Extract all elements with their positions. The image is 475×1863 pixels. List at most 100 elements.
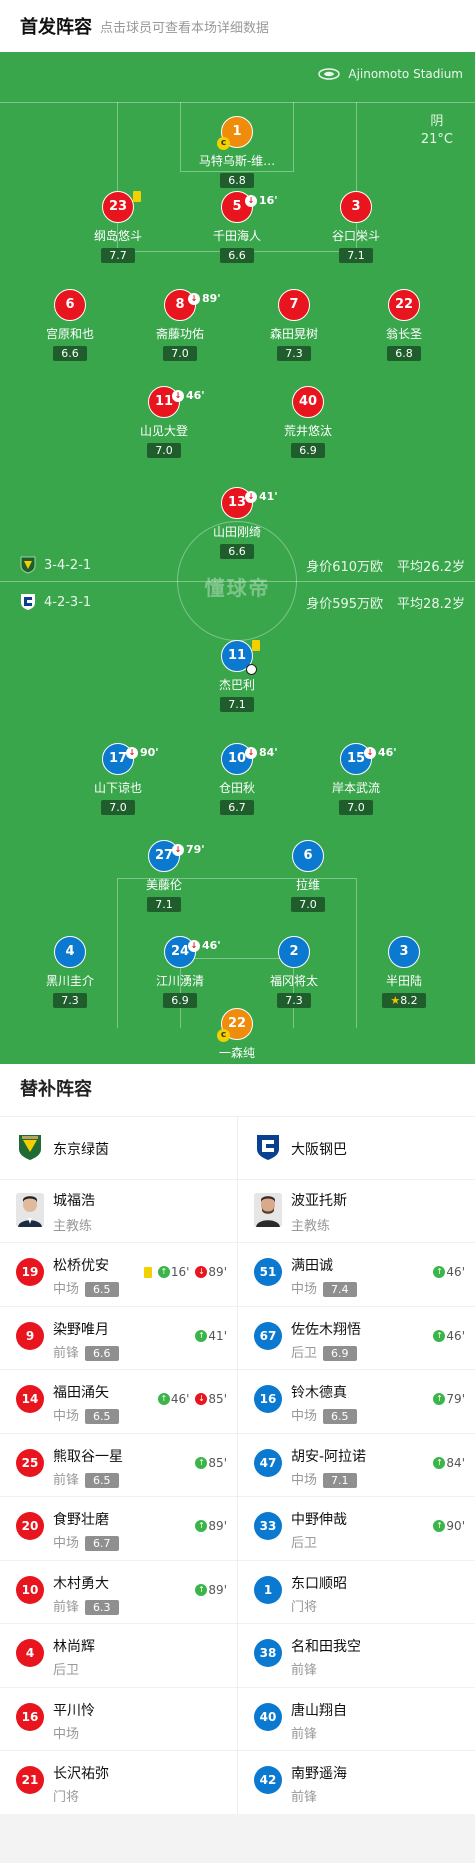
sub-in-minute: 41'	[208, 1328, 227, 1343]
away-player-1[interactable]: 17 ↓ 90' 山下谅也 7.0	[63, 743, 173, 815]
sub-position-text: 中场	[53, 1536, 80, 1551]
away-player-6[interactable]: 4 黑川圭介 7.3	[15, 936, 125, 1008]
away-sub-row[interactable]: 40 唐山翔自 前锋	[238, 1686, 475, 1750]
away-player-3[interactable]: 15 ↓ 46' 岸本武流 7.0	[301, 743, 411, 815]
away-player-5[interactable]: 6 拉维 7.0	[253, 840, 363, 912]
home-team-row: 东京绿茵	[0, 1116, 237, 1179]
player-number-badge: 6	[54, 289, 86, 321]
sub-out-icon: ↓	[245, 194, 257, 207]
player-rating: 6.7	[220, 800, 254, 815]
sub-position: 中场 6.5	[53, 1405, 119, 1424]
away-sub-row[interactable]: 1 东口顺昭 门将	[238, 1559, 475, 1623]
player-name: 谷口栄斗	[331, 229, 380, 243]
sub-in-minute: 46'	[446, 1265, 465, 1279]
away-player-0[interactable]: 11 杰巴利 7.1	[182, 640, 292, 712]
player-rating: 6.8	[387, 346, 421, 361]
away-coach-avatar	[254, 1193, 282, 1227]
away-sub-row[interactable]: 16 铃木德真 中场 6.5 ↑ 79'	[238, 1369, 475, 1432]
away-player-2[interactable]: 10 ↓ 84' 仓田秋 6.7	[182, 743, 292, 815]
player-name: 半田陆	[385, 974, 422, 988]
home-sub-row[interactable]: 16 平川怜 中场	[0, 1686, 237, 1750]
sub-position-text: 中场	[291, 1472, 318, 1488]
player-number-badge: 6	[292, 840, 324, 872]
home-player-0[interactable]: 1 c 马特乌斯-维… 6.8	[182, 116, 292, 188]
sub-position-text: 中场	[291, 1282, 318, 1297]
sub-out-icon: ↓	[195, 1393, 208, 1405]
home-sub-row[interactable]: 10 木村勇大 前锋 6.3 ↑ 89'	[0, 1559, 237, 1623]
away-player-8[interactable]: 2 福冈将太 7.3	[239, 936, 349, 1008]
weather-info: 阴 21°C	[421, 113, 453, 149]
away-player-9[interactable]: 3 半田陆 ★8.2	[349, 936, 459, 1008]
home-player-2[interactable]: 5 ↓ 16' 千田海人 6.6	[182, 191, 292, 263]
away-player-7[interactable]: 24 ↓ 46' 江川湧清 6.9	[125, 936, 235, 1008]
home-sub-row[interactable]: 20 食野壮磨 中场 6.7 ↑ 89'	[0, 1496, 237, 1559]
sub-number-badge: 1	[254, 1575, 282, 1604]
sub-events: ↑ 84'	[433, 1456, 465, 1470]
away-coach-row[interactable]: 波亚托斯 主教练	[238, 1179, 475, 1242]
player-rating: 7.0	[101, 800, 135, 815]
player-rating: 6.9	[163, 993, 197, 1008]
home-player-9[interactable]: 40 荒井悠汰 6.9	[253, 386, 363, 458]
player-number: 8	[175, 297, 185, 312]
home-player-5[interactable]: 8 ↓ 89' 斋藤功佑 7.0	[125, 289, 235, 361]
player-rating: 7.3	[277, 346, 311, 361]
home-sub-row[interactable]: 19 松桥优安 中场 6.5 ↑ 16' ↓ 89'	[0, 1242, 237, 1305]
player-number: 22	[227, 1016, 247, 1031]
player-number: 5	[232, 199, 242, 214]
sub-player-name: 平川怜	[53, 1702, 95, 1719]
player-rating-value: 6.9	[171, 994, 189, 1007]
sub-in-icon: ↑	[195, 1520, 208, 1532]
away-sub-row[interactable]: 47 胡安-阿拉诺 中场 7.1 ↑ 84'	[238, 1432, 475, 1496]
player-rating: 7.1	[339, 248, 373, 263]
away-sub-row[interactable]: 51 满田诚 中场 7.4 ↑ 46'	[238, 1242, 475, 1305]
home-sub-row[interactable]: 4 林尚辉 后卫	[0, 1623, 237, 1686]
sub-out-minute: 84'	[259, 746, 278, 759]
player-rating-value: 7.0	[109, 801, 127, 814]
away-sub-row[interactable]: 67 佐佐木翔悟 后卫 6.9 ↑ 46'	[238, 1305, 475, 1369]
player-name: 翁长圣	[385, 327, 422, 341]
home-sub-row[interactable]: 25 熊取谷一星 前锋 6.5 ↑ 85'	[0, 1432, 237, 1496]
player-name: 荒井悠汰	[283, 424, 332, 438]
player-rating-value: 7.1	[228, 698, 246, 711]
player-name: 杰巴利	[218, 678, 255, 692]
away-player-4[interactable]: 27 ↓ 79' 美藤伦 7.1	[109, 840, 219, 912]
home-player-6[interactable]: 7 森田晃树 7.3	[239, 289, 349, 361]
player-number: 27	[154, 848, 174, 863]
sub-events: ↑ 41'	[195, 1329, 227, 1343]
away-sub-row[interactable]: 33 中野伸哉 后卫 ↑ 90'	[238, 1496, 475, 1559]
sub-player-name: 木村勇大	[53, 1575, 109, 1592]
home-subs-column: 东京绿茵 城福浩 主教练 19 松桥优安 中场 6.5 ↑ 16' ↓ 89' 9 染野唯月 前锋 6…	[0, 1116, 237, 1814]
home-player-10[interactable]: 13 ↓ 41' 山田刚绮 6.6	[182, 487, 292, 559]
yellow-card-icon	[252, 640, 260, 651]
home-sub-row[interactable]: 9 染野唯月 前锋 6.6 ↑ 41'	[0, 1305, 237, 1369]
away-team-logo-icon	[257, 1135, 279, 1160]
home-sub-row[interactable]: 14 福田涌矢 中场 6.5 ↑ 46' ↓ 85'	[0, 1369, 237, 1432]
sub-player-name: 胡安-阿拉诺	[291, 1448, 367, 1465]
player-rating: 7.7	[101, 248, 135, 263]
player-rating-value: 7.3	[285, 994, 303, 1007]
home-coach-row[interactable]: 城福浩 主教练	[0, 1179, 237, 1242]
away-sub-row[interactable]: 38 名和田我空 前锋	[238, 1623, 475, 1686]
home-team-logo-icon	[19, 1135, 41, 1160]
away-player-10[interactable]: 22c一森纯7.3	[182, 1008, 292, 1064]
sub-in-icon: ↑	[195, 1583, 208, 1596]
sub-position-text: 前锋	[53, 1472, 80, 1488]
home-player-1[interactable]: 23 纲岛悠斗 7.7	[63, 191, 173, 263]
sub-in-icon: ↑	[157, 1393, 170, 1405]
player-number-badge: 5 ↓ 16'	[221, 191, 278, 223]
home-sub-row[interactable]: 21 长沢祐弥 门将	[0, 1750, 237, 1813]
sub-events: ↑ 90'	[433, 1519, 465, 1533]
home-player-3[interactable]: 3 谷口栄斗 7.1	[301, 191, 411, 263]
home-player-7[interactable]: 22 翁长圣 6.8	[349, 289, 459, 361]
sub-out-icon: ↓	[172, 843, 184, 856]
yellow-card-icon	[133, 191, 141, 202]
sub-out-indicator: ↓ 46'	[188, 931, 221, 960]
player-rating: 7.1	[220, 697, 254, 712]
away-market-value: 身价595万欧	[306, 597, 384, 612]
sub-number-badge: 67	[254, 1321, 282, 1350]
home-player-4[interactable]: 6 宫原和也 6.6	[15, 289, 125, 361]
home-player-8[interactable]: 11 ↓ 46' 山见大登 7.0	[109, 386, 219, 458]
away-sub-row[interactable]: 42 南野遥海 前锋	[238, 1750, 475, 1813]
sub-in-minute: 46'	[446, 1328, 465, 1343]
section-subtitle: 点击球员可查看本场详细数据	[100, 20, 270, 36]
